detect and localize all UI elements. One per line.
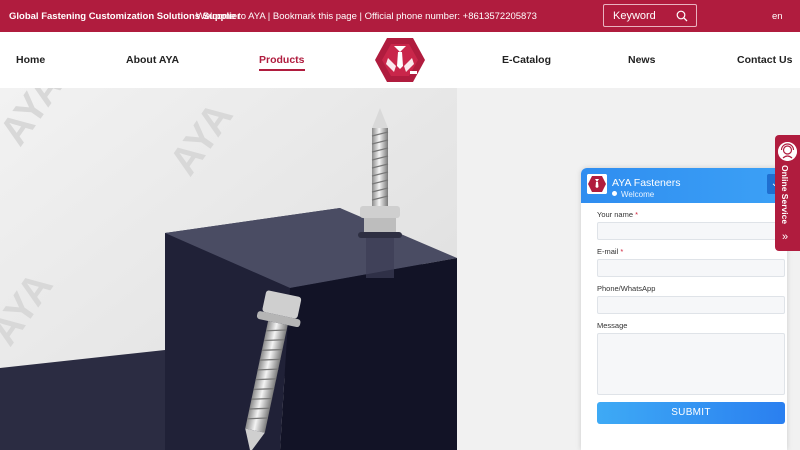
screws-illustration: AYA AYA AYA AYA [0,88,457,450]
aya-logo-icon[interactable] [374,36,426,84]
phone-field[interactable] [597,296,785,314]
name-field[interactable] [597,222,785,240]
hero-image: AYA AYA AYA AYA [0,88,457,450]
online-dot-icon [612,191,617,196]
chat-status: Welcome [612,190,654,199]
nav-item-home[interactable]: Home [16,54,45,66]
nav-item-contact[interactable]: Contact Us [737,54,792,66]
chat-status-text: Welcome [621,190,655,199]
nav-item-ecatalog[interactable]: E-Catalog [502,54,551,66]
chat-widget: AYA Fasteners Welcome ⌄ Your name * E-ma… [581,168,787,450]
top-bar: Global Fastening Customization Solutions… [0,0,800,32]
language-switcher[interactable]: en [772,11,783,22]
message-field[interactable] [597,333,785,395]
message-label: Message [597,321,628,330]
email-label: E-mail * [597,247,624,256]
chat-form: Your name * E-mail * Phone/WhatsApp Mess… [581,203,787,450]
aya-logo-icon [587,174,607,194]
welcome-message: Welcome to AYA | Bookmark this page | Of… [196,11,537,22]
online-service-tab[interactable]: Online Service » [775,135,800,251]
search-icon[interactable] [676,10,688,22]
nav-item-about[interactable]: About AYA [126,54,179,66]
search-box[interactable]: Keyword [603,4,697,27]
phone-label: Phone/WhatsApp [597,284,656,293]
service-agent-icon [778,142,797,161]
online-service-label: Online Service [780,165,790,225]
double-chevron-icon: » [782,231,789,243]
chat-title: AYA Fasteners [612,177,681,189]
submit-button[interactable]: SUBMIT [597,402,785,424]
search-input[interactable]: Keyword [613,10,656,22]
email-field[interactable] [597,259,785,277]
nav-item-products[interactable]: Products [259,54,305,71]
nav-item-news[interactable]: News [628,54,655,66]
name-label: Your name * [597,210,639,219]
chat-header[interactable]: AYA Fasteners Welcome ⌄ [581,168,787,203]
